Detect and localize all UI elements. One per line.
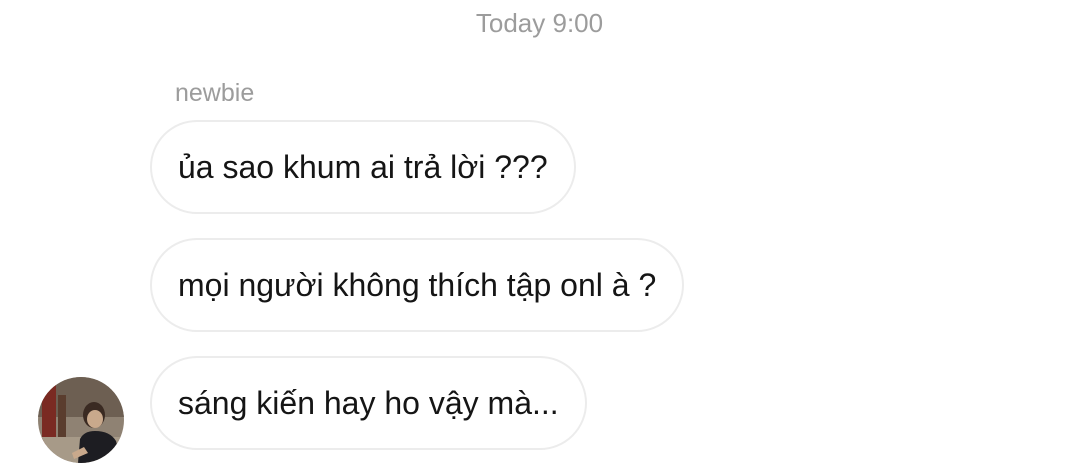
message-bubble[interactable]: mọi người không thích tập onl à ? — [150, 238, 685, 332]
message-text: mọi người không thích tập onl à ? — [178, 266, 657, 303]
message-timestamp: Today 9:00 — [475, 8, 604, 38]
message-text: ủa sao khum ai trả lời ??? — [178, 148, 548, 185]
message-bubble[interactable]: ủa sao khum ai trả lời ??? — [150, 120, 576, 214]
message-bubble[interactable]: sáng kiến hay ho vậy mà... — [150, 356, 587, 450]
message-text: sáng kiến hay ho vậy mà... — [178, 384, 559, 421]
sender-name: newbie — [175, 79, 255, 107]
sender-avatar[interactable] — [38, 377, 124, 463]
user-photo-avatar-icon — [38, 377, 124, 463]
